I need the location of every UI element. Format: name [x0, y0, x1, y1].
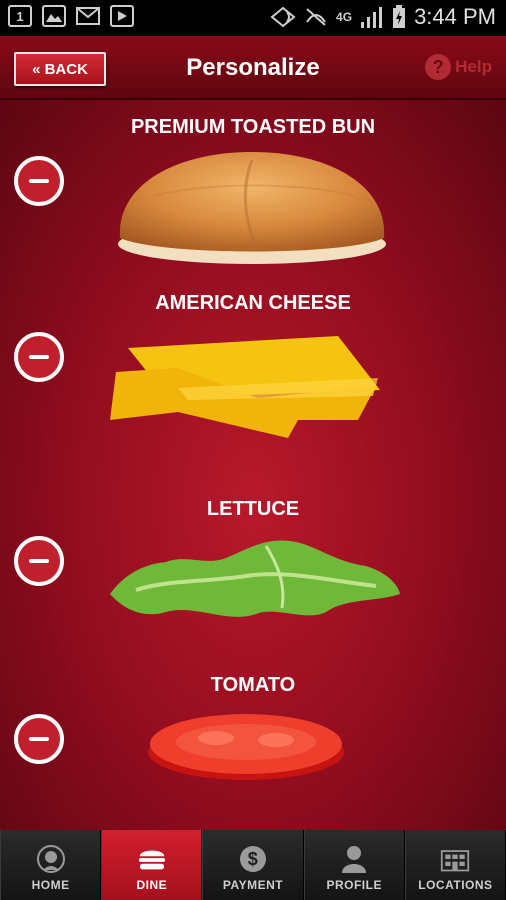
- tab-label: HOME: [31, 878, 70, 892]
- ingredient-list: PREMIUM TOASTED BUN AMERICAN CHEESE LETT…: [0, 100, 506, 830]
- tab-profile[interactable]: PROFILE: [303, 830, 405, 900]
- ingredient-label: AMERICAN CHEESE: [155, 292, 351, 314]
- help-icon: ?: [425, 54, 452, 80]
- clock: 3:44 PM: [414, 4, 496, 29]
- help-button[interactable]: ? Help: [425, 54, 492, 80]
- cheese-image: [110, 336, 380, 438]
- signal-icon: [361, 7, 383, 28]
- remove-bun-button[interactable]: [14, 156, 64, 206]
- svg-text:$: $: [248, 849, 259, 869]
- tab-dine[interactable]: DINE: [101, 830, 203, 900]
- person-icon: [339, 844, 369, 874]
- burger-icon: [137, 844, 167, 874]
- building-icon: [440, 844, 470, 874]
- bottom-tab-bar: HOME DINE $ PAYMENT PROFILE LOCATIONS: [0, 830, 506, 900]
- wendys-logo-icon: [36, 844, 66, 874]
- remove-cheese-button[interactable]: [14, 332, 64, 382]
- help-label: Help: [455, 57, 492, 76]
- tab-label: PAYMENT: [222, 878, 284, 892]
- status-bar: 1 4G 3:44 PM: [0, 0, 506, 36]
- gallery-icon: [42, 5, 66, 27]
- dollar-icon: $: [238, 844, 268, 874]
- ingredient-label: TOMATO: [210, 674, 296, 696]
- notification-count-icon: 1: [8, 5, 32, 27]
- play-store-icon: [110, 5, 134, 27]
- silent-mode-icon: [306, 8, 326, 26]
- tab-label: PROFILE: [326, 878, 382, 892]
- remove-lettuce-button[interactable]: [14, 536, 64, 586]
- remove-tomato-button[interactable]: [14, 714, 64, 764]
- bun-image: [118, 152, 386, 264]
- tab-label: DINE: [136, 878, 168, 892]
- ingredient-label: LETTUCE: [206, 498, 300, 520]
- battery-charging-icon: [393, 5, 406, 28]
- lettuce-image: [110, 540, 400, 617]
- gmail-icon: [76, 5, 100, 27]
- tab-payment[interactable]: $ PAYMENT: [202, 830, 304, 900]
- tab-locations[interactable]: LOCATIONS: [404, 830, 506, 900]
- app-header: « BACK Personalize ? Help: [0, 36, 506, 100]
- tomato-image: [148, 714, 344, 780]
- tab-home[interactable]: HOME: [0, 830, 102, 900]
- tab-label: LOCATIONS: [418, 878, 493, 892]
- network-type: 4G: [336, 10, 353, 24]
- ingredient-label: PREMIUM TOASTED BUN: [130, 116, 376, 138]
- nfc-icon: [270, 6, 296, 28]
